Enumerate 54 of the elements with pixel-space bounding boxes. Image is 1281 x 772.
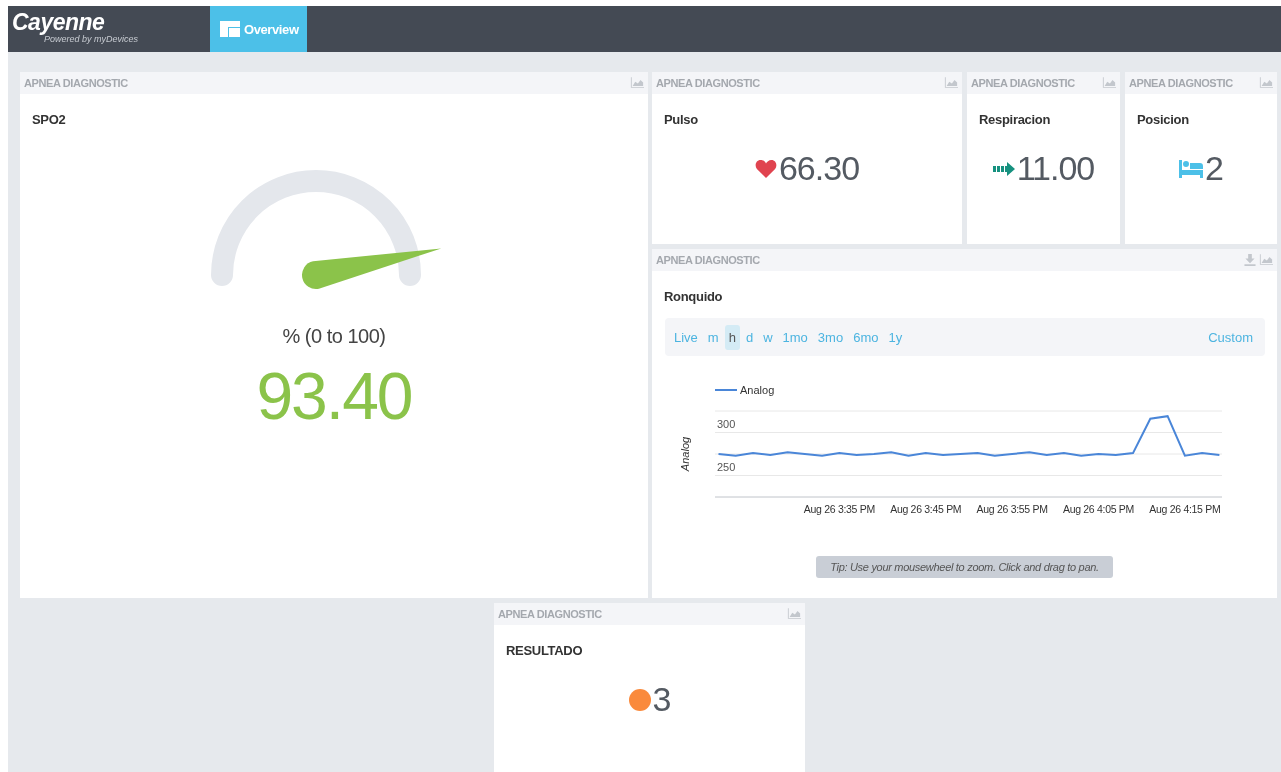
card-header: APNEA DIAGNOSTIC bbox=[1129, 77, 1233, 89]
area-chart-icon[interactable] bbox=[787, 608, 801, 620]
range-button[interactable]: 1y bbox=[884, 324, 907, 350]
heart-icon bbox=[754, 158, 777, 179]
area-chart-icon[interactable] bbox=[1259, 77, 1273, 89]
widget-title: SPO2 bbox=[32, 112, 66, 127]
widget-value: 93.40 bbox=[256, 358, 412, 434]
area-chart-icon[interactable] bbox=[1259, 254, 1273, 266]
widget-value: 3 bbox=[652, 680, 671, 719]
bed-icon bbox=[1179, 159, 1204, 178]
card-header: APNEA DIAGNOSTIC bbox=[24, 77, 128, 89]
download-icon[interactable] bbox=[1244, 254, 1256, 266]
widget-title: Ronquido bbox=[664, 289, 723, 304]
legend[interactable]: Analog bbox=[714, 384, 775, 396]
x-tick-label: Aug 26 4:05 PM bbox=[1062, 503, 1135, 515]
card-header: APNEA DIAGNOSTIC bbox=[971, 77, 1075, 89]
y-tick-label: 300 bbox=[717, 417, 736, 430]
range-button[interactable]: 1mo bbox=[778, 324, 812, 350]
x-tick-label: Aug 26 3:45 PM bbox=[890, 503, 962, 515]
nav-tab[interactable]: Overview bbox=[210, 6, 307, 52]
widget-title: Pulso bbox=[664, 112, 698, 127]
legend-label: Analog bbox=[740, 384, 775, 396]
y-tick-label: 250 bbox=[717, 460, 736, 473]
x-tick-label: Aug 26 3:35 PM bbox=[803, 503, 875, 515]
card-header: APNEA DIAGNOSTIC bbox=[656, 77, 760, 89]
range-button[interactable]: h bbox=[724, 324, 740, 350]
range-button[interactable]: 3mo bbox=[813, 324, 848, 350]
range-button[interactable]: m bbox=[703, 324, 723, 350]
area-chart-icon[interactable] bbox=[1102, 77, 1116, 89]
widget-value: 2 bbox=[1205, 149, 1223, 188]
card-header: APNEA DIAGNOSTIC bbox=[656, 254, 760, 266]
layout-icon bbox=[220, 21, 240, 37]
area-chart-icon[interactable] bbox=[630, 77, 644, 89]
x-tick-label: Aug 26 3:55 PM bbox=[976, 503, 1048, 515]
status-dot-icon bbox=[628, 688, 651, 711]
logo-tagline: Powered by myDevices bbox=[44, 34, 139, 44]
range-button[interactable]: w bbox=[759, 324, 777, 350]
x-tick-label: Aug 26 4:15 PM bbox=[1149, 503, 1221, 515]
widget-title: Respiracion bbox=[979, 112, 1051, 127]
range-button[interactable]: 6mo bbox=[849, 324, 883, 350]
widget-value: 66.30 bbox=[778, 149, 860, 188]
widget-title: Posicion bbox=[1137, 112, 1189, 127]
range-button[interactable]: d bbox=[741, 324, 758, 350]
unit-label: % (0 to 100) bbox=[282, 325, 386, 348]
area-chart-icon[interactable] bbox=[944, 77, 958, 89]
tip-text: Tip: Use your mousewheel to zoom. Click and drag to pan. bbox=[816, 556, 1113, 578]
y-axis-label: Analog bbox=[679, 436, 691, 472]
logo[interactable]: Cayenne bbox=[12, 10, 105, 34]
range-button[interactable]: Live bbox=[670, 324, 702, 350]
custom-range-button[interactable]: Custom bbox=[1204, 324, 1257, 350]
card-header: APNEA DIAGNOSTIC bbox=[498, 608, 602, 620]
widget-title: RESULTADO bbox=[506, 643, 583, 658]
widget-value: 11.00 bbox=[1016, 149, 1095, 188]
arrow-icon bbox=[992, 161, 1015, 176]
